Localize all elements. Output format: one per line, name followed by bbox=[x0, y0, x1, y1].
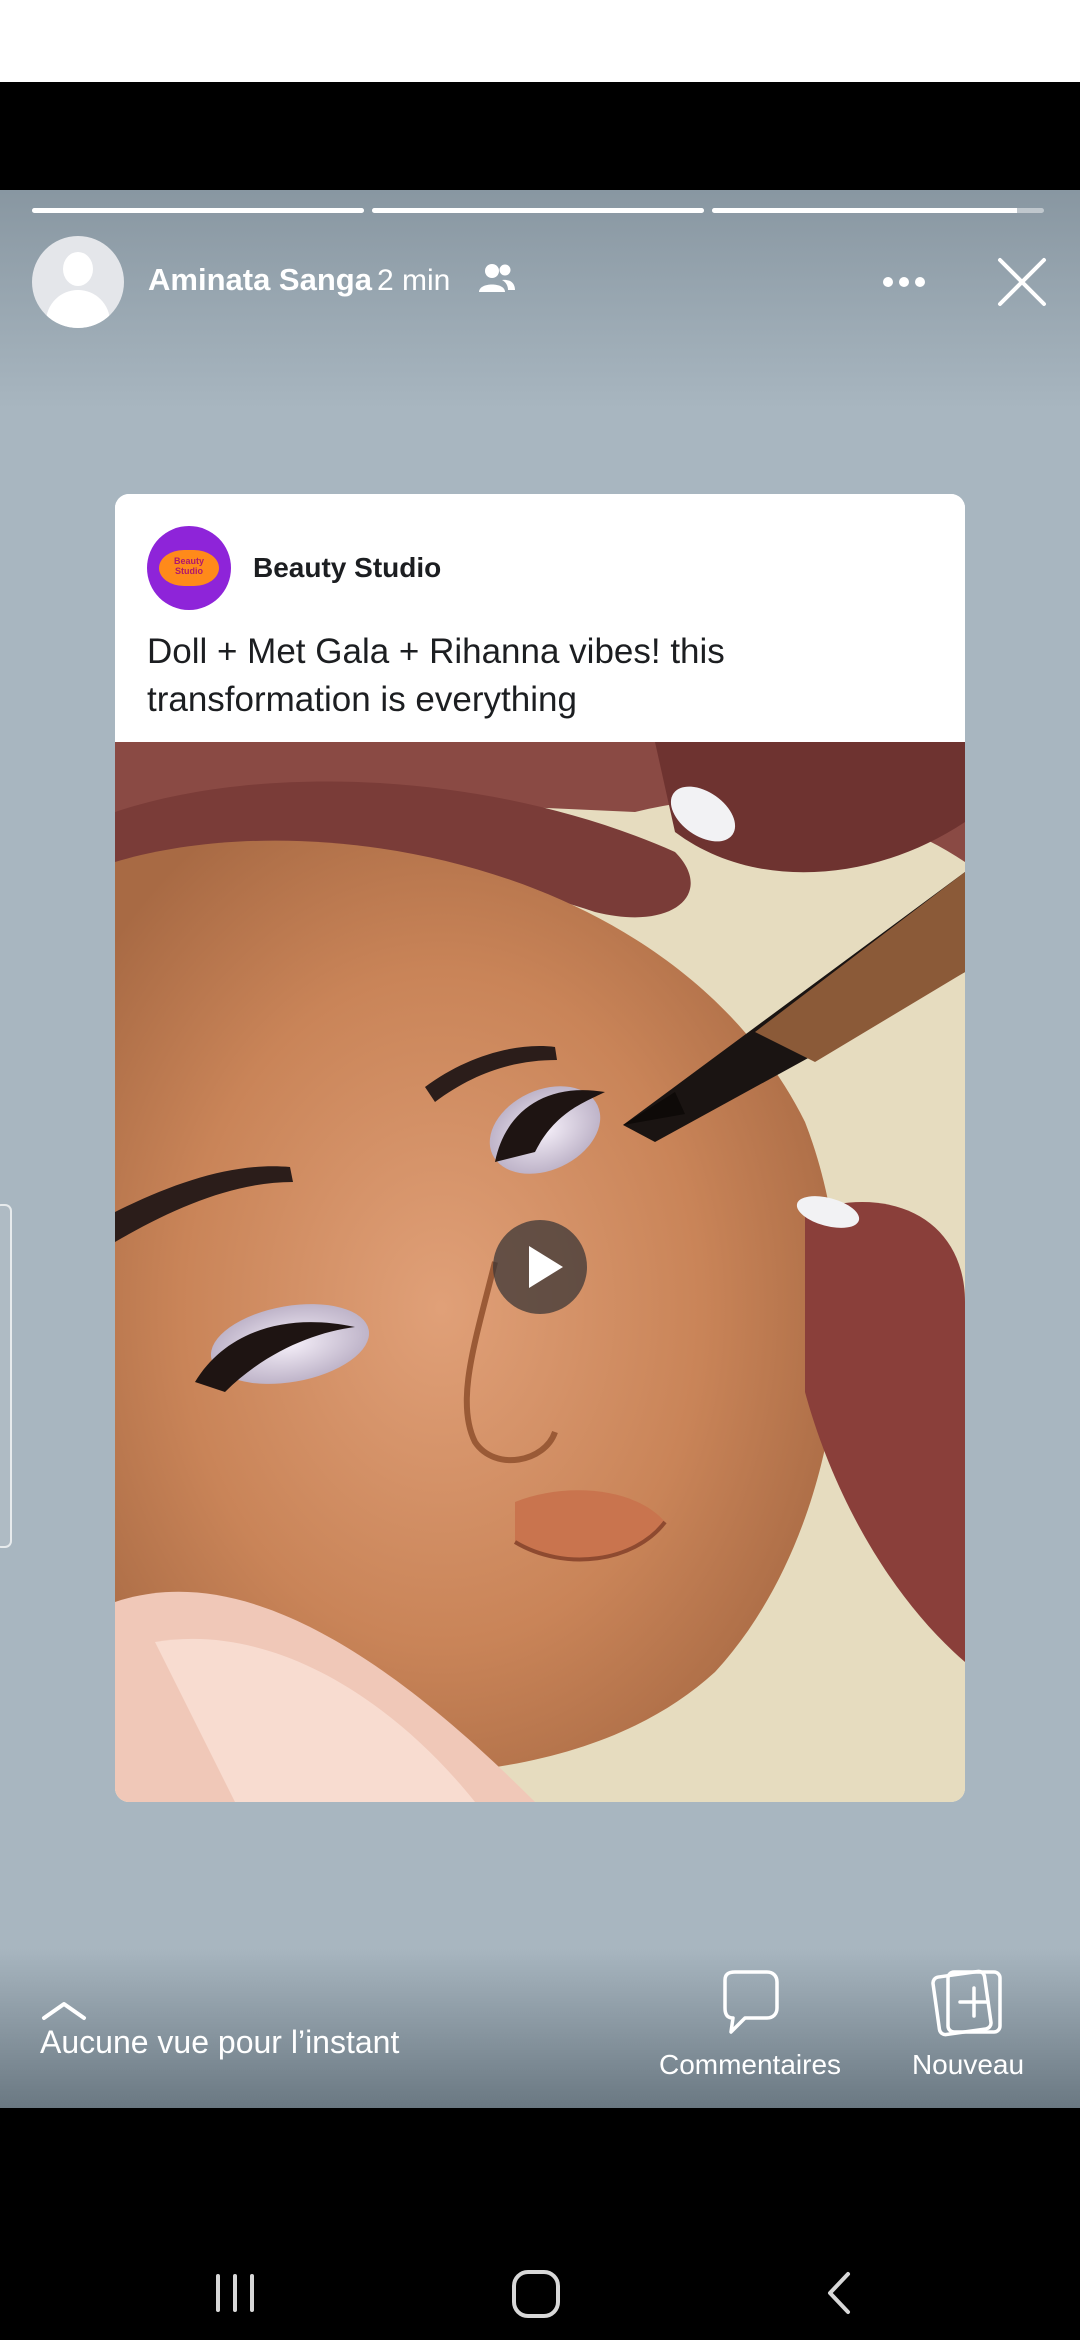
story-viewer[interactable]: Aminata Sanga 2 min Beauty Studio Beauty … bbox=[0, 190, 1080, 2108]
shared-post-card[interactable]: Beauty Studio Beauty Studio Doll + Met Ga… bbox=[115, 494, 965, 1802]
chevron-up-icon[interactable] bbox=[40, 1998, 88, 2022]
play-button[interactable] bbox=[493, 1220, 587, 1314]
post-text: Doll + Met Gala + Rihanna vibes! this tr… bbox=[147, 632, 725, 719]
post-time: 2 min bbox=[377, 264, 451, 297]
logo-text: Beauty Studio bbox=[173, 556, 204, 576]
page-logo[interactable]: Beauty Studio bbox=[147, 526, 231, 610]
home-icon[interactable] bbox=[510, 2268, 562, 2320]
viewers-text[interactable]: Aucune vue pour l’instant bbox=[40, 2024, 399, 2061]
system-navigation-bar bbox=[0, 2108, 1080, 2340]
friends-icon bbox=[479, 264, 515, 292]
recent-apps-icon[interactable] bbox=[210, 2268, 260, 2318]
play-icon bbox=[529, 1246, 563, 1288]
comments-label: Commentaires bbox=[658, 2049, 842, 2080]
close-icon[interactable] bbox=[992, 252, 1052, 312]
back-icon[interactable] bbox=[820, 2268, 860, 2318]
status-bar bbox=[0, 0, 1080, 82]
avatar[interactable] bbox=[32, 236, 124, 328]
new-label: Nouveau bbox=[911, 2049, 1025, 2080]
story-progress bbox=[32, 208, 1044, 214]
shared-post-header: Beauty Studio Beauty Studio Doll + Met Ga… bbox=[115, 494, 965, 742]
user-name[interactable]: Aminata Sanga bbox=[148, 262, 372, 298]
previous-story-handle[interactable] bbox=[0, 1204, 12, 1548]
progress-segment bbox=[372, 208, 704, 213]
progress-segment bbox=[712, 208, 1044, 213]
comment-bubble-icon bbox=[723, 1970, 779, 2034]
post-video[interactable] bbox=[115, 742, 965, 1802]
top-black-band bbox=[0, 82, 1080, 190]
page-name[interactable]: Beauty Studio bbox=[253, 552, 441, 584]
comments-button[interactable]: Commentaires bbox=[648, 1968, 852, 2081]
progress-segment bbox=[32, 208, 364, 213]
more-icon[interactable] bbox=[878, 260, 930, 304]
add-story-icon bbox=[931, 1969, 1002, 2037]
new-story-button[interactable]: Nouveau bbox=[900, 1968, 1036, 2081]
story-header: Aminata Sanga 2 min bbox=[32, 236, 1048, 328]
